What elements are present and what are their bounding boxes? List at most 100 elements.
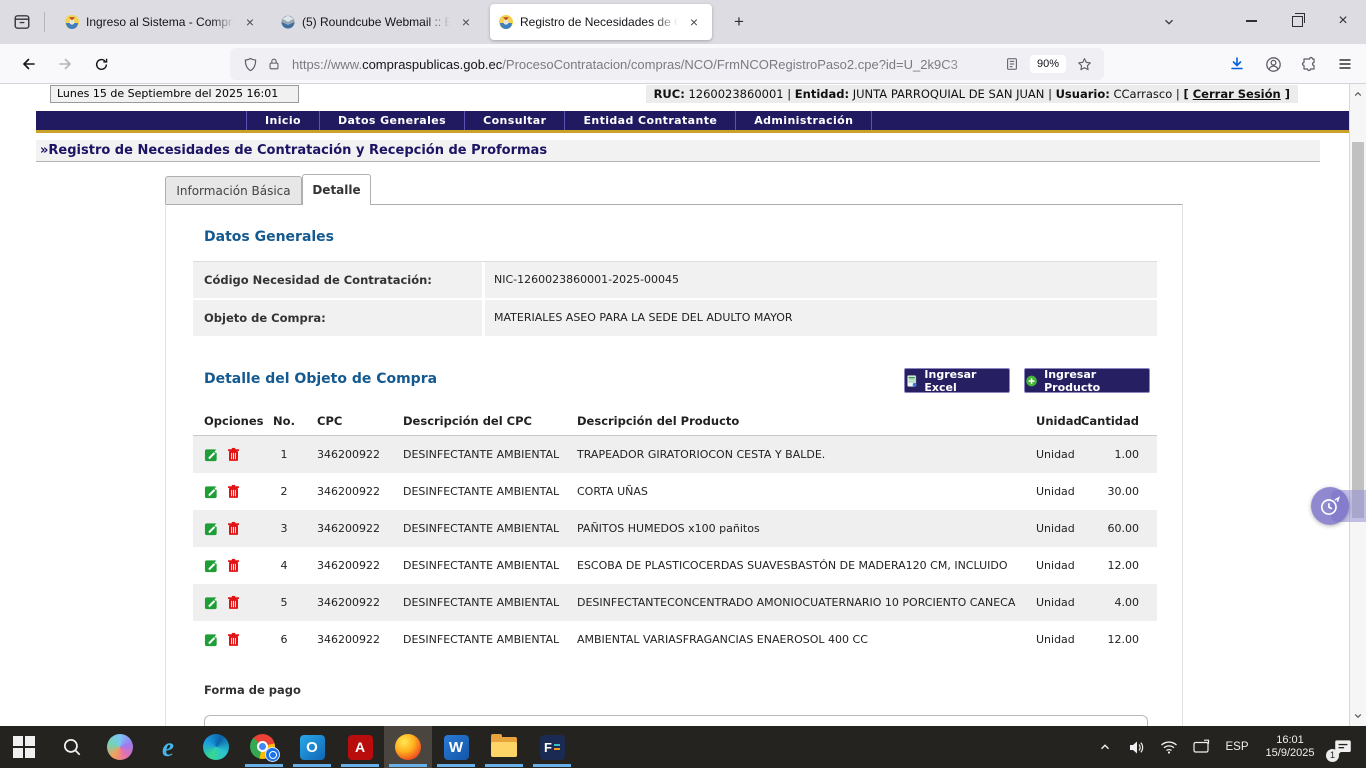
firefox-view-icon[interactable]: [8, 9, 36, 35]
downloads-icon[interactable]: [1222, 49, 1252, 79]
tray-date: 15/9/2025: [1258, 747, 1322, 760]
new-tab-button[interactable]: +: [726, 9, 752, 35]
web-page: Lunes 15 de Septiembre del 2025 16:01 RU…: [0, 84, 1349, 726]
delete-trash-icon[interactable]: [226, 595, 241, 610]
windows-logo-icon: [13, 736, 35, 758]
edit-icon[interactable]: [204, 632, 219, 647]
nav-item-administracion[interactable]: Administración: [736, 111, 872, 130]
nav-item-datos-generales[interactable]: Datos Generales: [320, 111, 465, 130]
extensions-puzzle-icon[interactable]: [1294, 49, 1324, 79]
notification-center-icon[interactable]: 1: [1324, 726, 1362, 768]
tab-roundcube-webmail[interactable]: (5) Roundcube Webmail :: Entra ×: [272, 4, 484, 40]
volume-icon[interactable]: [1122, 726, 1152, 768]
delete-trash-icon[interactable]: [226, 484, 241, 499]
taskbar-edge-icon[interactable]: [192, 726, 240, 768]
reload-button[interactable]: [86, 49, 116, 79]
shield-icon[interactable]: [238, 52, 262, 76]
url-path: /ProcesoContratacion/compras/NCO/FrmNCOR…: [502, 57, 958, 72]
browser-tab-bar: Ingreso al Sistema - Compras P × (5) Rou…: [0, 0, 1366, 44]
lock-icon[interactable]: [262, 52, 286, 76]
scrollbar-thumb[interactable]: [1352, 142, 1364, 518]
nav-item-entidad-contratante[interactable]: Entidad Contratante: [565, 111, 736, 130]
delete-trash-icon[interactable]: [226, 447, 241, 462]
tab-detalle[interactable]: Detalle: [302, 174, 371, 205]
ingresar-excel-button[interactable]: Ingresar Excel: [904, 368, 1010, 393]
delete-trash-icon[interactable]: [226, 632, 241, 647]
taskbar-file-explorer-icon[interactable]: [480, 726, 528, 768]
display-cast-icon[interactable]: [1186, 726, 1216, 768]
cpc-code: 346200922: [317, 510, 401, 547]
wifi-icon[interactable]: [1154, 726, 1184, 768]
start-button[interactable]: [0, 726, 48, 768]
reader-view-icon[interactable]: [1000, 52, 1024, 76]
cpc-code: 346200922: [317, 547, 401, 584]
url-text[interactable]: https://www.compraspublicas.gob.ec/Proce…: [292, 57, 1000, 72]
taskbar-search-icon[interactable]: [48, 726, 96, 768]
edit-icon[interactable]: [204, 558, 219, 573]
tab-registro-necesidades[interactable]: Registro de Necesidades de Co ×: [490, 4, 712, 40]
language-indicator[interactable]: ESP: [1218, 741, 1256, 753]
url-bar[interactable]: https://www.compraspublicas.gob.ec/Proce…: [230, 48, 1104, 80]
page-title: »Registro de Necesidades de Contratación…: [36, 140, 1320, 162]
taskbar-acrobat-icon[interactable]: A: [336, 726, 384, 768]
edit-icon[interactable]: [204, 447, 219, 462]
taskbar-outlook-icon[interactable]: O: [288, 726, 336, 768]
tab-close-icon[interactable]: ×: [240, 12, 260, 32]
back-button[interactable]: [14, 49, 44, 79]
taskbar-chrome-icon[interactable]: [240, 726, 288, 768]
scroll-down-icon[interactable]: [1350, 708, 1366, 724]
separator: |: [1048, 87, 1052, 101]
account-icon[interactable]: [1258, 49, 1288, 79]
delete-trash-icon[interactable]: [226, 558, 241, 573]
page-scrollbar[interactable]: [1349, 84, 1366, 726]
taskbar-copilot-icon[interactable]: [96, 726, 144, 768]
user-value: CCarrasco: [1114, 87, 1173, 101]
field-row-objeto: Objeto de Compra: MATERIALES ASEO PARA L…: [193, 300, 1157, 336]
tab-ingreso-sistema[interactable]: Ingreso al Sistema - Compras P ×: [56, 4, 268, 40]
window-minimize-button[interactable]: [1228, 0, 1274, 42]
list-all-tabs-chevron-icon[interactable]: [1156, 9, 1182, 35]
taskbar-fes-app-icon[interactable]: F: [528, 726, 576, 768]
edit-icon[interactable]: [204, 484, 219, 499]
taskbar-firefox-icon[interactable]: [384, 726, 432, 768]
menu-hamburger-icon[interactable]: [1330, 49, 1360, 79]
logout-link[interactable]: [ Cerrar Sesión ]: [1183, 87, 1290, 101]
col-descripcion-cpc: Descripción del CPC: [403, 409, 575, 433]
taskbar-word-icon[interactable]: W: [432, 726, 480, 768]
main-navigation: Inicio Datos Generales Consultar Entidad…: [36, 111, 1349, 133]
col-cantidad: Cantidad: [1069, 409, 1139, 433]
tray-clock[interactable]: 16:01 15/9/2025: [1258, 734, 1322, 760]
taskbar-internet-explorer-icon[interactable]: e: [144, 726, 192, 768]
scroll-up-icon[interactable]: [1350, 86, 1366, 102]
nav-item-inicio[interactable]: Inicio: [246, 111, 320, 130]
datetime-bar: Lunes 15 de Septiembre del 2025 16:01: [50, 85, 299, 103]
delete-trash-icon[interactable]: [226, 521, 241, 536]
forward-button[interactable]: [50, 49, 80, 79]
bookmark-star-icon[interactable]: [1072, 52, 1096, 76]
window-restore-button[interactable]: [1274, 0, 1320, 42]
edit-icon[interactable]: [204, 595, 219, 610]
product-description: CORTA UÑAS: [577, 473, 1023, 510]
field-value: MATERIALES ASEO PARA LA SEDE DEL ADULTO …: [485, 300, 1157, 336]
ingresar-producto-button[interactable]: Ingresar Producto: [1024, 368, 1150, 393]
timer-clock-icon[interactable]: [1311, 487, 1349, 525]
tray-chevron-up-icon[interactable]: [1090, 726, 1120, 768]
window-close-button[interactable]: ×: [1320, 0, 1366, 42]
field-row-codigo: Código Necesidad de Contratación: NIC-12…: [193, 262, 1157, 298]
product-description: AMBIENTAL VARIASFRAGANCIAS ENAEROSOL 400…: [577, 621, 1023, 658]
tab-title: Ingreso al Sistema - Compras P: [86, 15, 234, 29]
row-actions: [204, 436, 274, 473]
edit-icon[interactable]: [204, 521, 219, 536]
add-circle-icon: [1025, 374, 1038, 388]
quantity: 12.00: [1069, 621, 1139, 658]
forma-de-pago-field[interactable]: [204, 715, 1148, 726]
zoom-level-badge[interactable]: 90%: [1030, 55, 1066, 73]
session-bar: RUC: 1260023860001 | Entidad: JUNTA PARR…: [646, 85, 1298, 103]
nav-item-consultar[interactable]: Consultar: [465, 111, 565, 130]
floating-timer-widget[interactable]: [1311, 487, 1366, 525]
forma-de-pago-label: Forma de pago: [204, 683, 301, 697]
tab-close-icon[interactable]: ×: [456, 12, 476, 32]
tab-close-icon[interactable]: ×: [684, 12, 704, 32]
tab-informacion-basica[interactable]: Información Básica: [165, 176, 302, 204]
cpc-description: DESINFECTANTE AMBIENTAL: [403, 510, 575, 547]
